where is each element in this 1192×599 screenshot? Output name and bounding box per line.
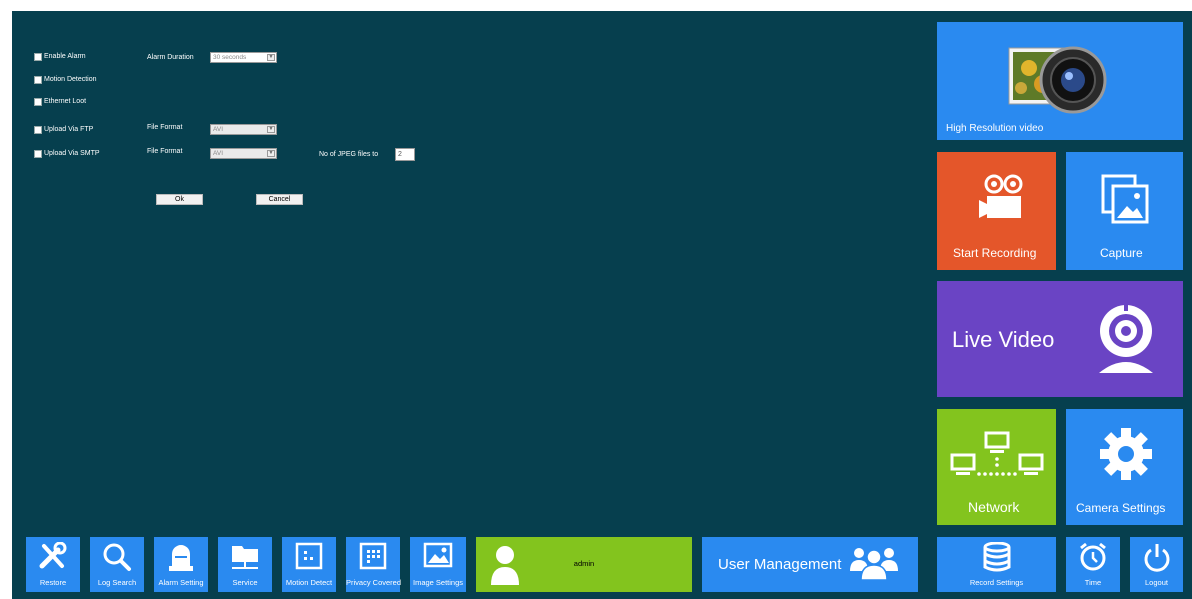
motion-detect-label: Motion Detect: [285, 578, 333, 587]
upload-smtp-checkbox[interactable]: [34, 150, 42, 158]
record-settings-button[interactable]: Record Settings: [937, 537, 1056, 592]
time-label: Time: [1084, 578, 1102, 587]
alarm-duration-value: 30 seconds: [213, 54, 247, 61]
privacy-covered-button[interactable]: Privacy Covered: [346, 537, 402, 592]
time-button[interactable]: Time: [1066, 537, 1120, 592]
restore-button[interactable]: Restore: [26, 537, 80, 592]
network-label: Network: [968, 499, 1020, 515]
motion-detect-button[interactable]: Motion Detect: [282, 537, 336, 592]
capture-tile[interactable]: Capture: [1066, 152, 1183, 270]
upload-smtp-label: Upload Via SMTP: [44, 150, 100, 157]
high-resolution-video-tile[interactable]: High Resolution video: [937, 22, 1183, 140]
image-icon: [423, 542, 453, 573]
users-group-icon: [850, 545, 898, 586]
user-management-button[interactable]: User Management: [702, 537, 918, 592]
alarm-siren-icon: [169, 542, 193, 577]
alarm-clock-icon: [1078, 542, 1108, 577]
gear-icon: [1099, 427, 1153, 486]
ftp-file-format-select[interactable]: AVI ▼: [210, 124, 277, 135]
privacy-covered-label: Privacy Covered: [346, 578, 402, 587]
power-icon: [1143, 542, 1171, 577]
alarm-setting-button[interactable]: Alarm Setting: [154, 537, 208, 592]
smtp-file-format-value: AVI: [213, 150, 223, 157]
jpeg-files-input[interactable]: 2: [395, 148, 415, 161]
alarm-duration-label: Alarm Duration: [147, 54, 194, 61]
ftp-file-format-value: AVI: [213, 126, 223, 133]
ftp-file-format-label: File Format: [147, 124, 183, 131]
chevron-down-icon: ▼: [267, 150, 275, 157]
upload-ftp-checkbox[interactable]: [34, 126, 42, 134]
high-resolution-video-label: High Resolution video: [946, 123, 1044, 134]
ethernet-lost-label: Ethernet Loot: [44, 98, 87, 105]
camera-settings-label: Camera Settings: [1076, 501, 1166, 515]
smtp-file-format-select[interactable]: AVI ▼: [210, 148, 277, 159]
enable-alarm-label: Enable Alarm: [44, 53, 86, 60]
motion-detection-checkbox[interactable]: [34, 76, 42, 84]
network-tile[interactable]: Network: [937, 409, 1056, 525]
service-button[interactable]: Service: [218, 537, 272, 592]
user-account-tile[interactable]: admin: [476, 537, 692, 592]
upload-ftp-label: Upload Via FTP: [44, 126, 94, 133]
user-avatar-icon: [490, 545, 520, 592]
search-icon: [102, 542, 132, 577]
webcam-icon: [1091, 301, 1161, 382]
ok-button[interactable]: Ok: [156, 194, 203, 205]
ethernet-lost-checkbox[interactable]: [34, 98, 42, 106]
folder-network-icon: [230, 542, 260, 577]
restore-label: Restore: [39, 578, 67, 587]
capture-label: Capture: [1100, 246, 1143, 260]
motion-detection-label: Motion Detection: [44, 76, 97, 83]
start-recording-label: Start Recording: [953, 246, 1037, 260]
user-name-label: admin: [573, 559, 595, 568]
cancel-button[interactable]: Cancel: [256, 194, 303, 205]
network-icon: [949, 431, 1045, 490]
log-search-button[interactable]: Log Search: [90, 537, 144, 592]
image-settings-label: Image Settings: [412, 578, 464, 587]
logout-button[interactable]: Logout: [1130, 537, 1183, 592]
logout-label: Logout: [1145, 578, 1168, 587]
image-gallery-icon: [1101, 174, 1151, 229]
smtp-file-format-label: File Format: [147, 148, 183, 155]
tools-icon: [38, 541, 68, 575]
camera-lens-icon: [1007, 40, 1115, 131]
record-settings-label: Record Settings: [969, 578, 1024, 587]
user-management-label: User Management: [718, 556, 842, 573]
database-icon: [983, 541, 1011, 577]
chevron-down-icon: ▼: [267, 54, 275, 61]
service-label: Service: [232, 578, 258, 587]
video-camera-icon: [979, 172, 1029, 227]
jpeg-files-label: No of JPEG files to: [319, 151, 379, 158]
image-settings-button[interactable]: Image Settings: [410, 537, 466, 592]
live-video-label: Live Video: [952, 327, 1055, 352]
privacy-grid-icon: [359, 542, 387, 575]
motion-grid-icon: [295, 542, 323, 575]
start-recording-tile[interactable]: Start Recording: [937, 152, 1056, 270]
chevron-down-icon: ▼: [267, 126, 275, 133]
live-video-tile[interactable]: Live Video: [937, 281, 1183, 397]
camera-settings-tile[interactable]: Camera Settings: [1066, 409, 1183, 525]
enable-alarm-checkbox[interactable]: [34, 53, 42, 61]
alarm-duration-select[interactable]: 30 seconds ▼: [210, 52, 277, 63]
log-search-label: Log Search: [97, 578, 137, 587]
alarm-setting-label: Alarm Setting: [158, 578, 204, 587]
app-window: Enable Alarm Motion Detection Ethernet L…: [0, 0, 1192, 599]
